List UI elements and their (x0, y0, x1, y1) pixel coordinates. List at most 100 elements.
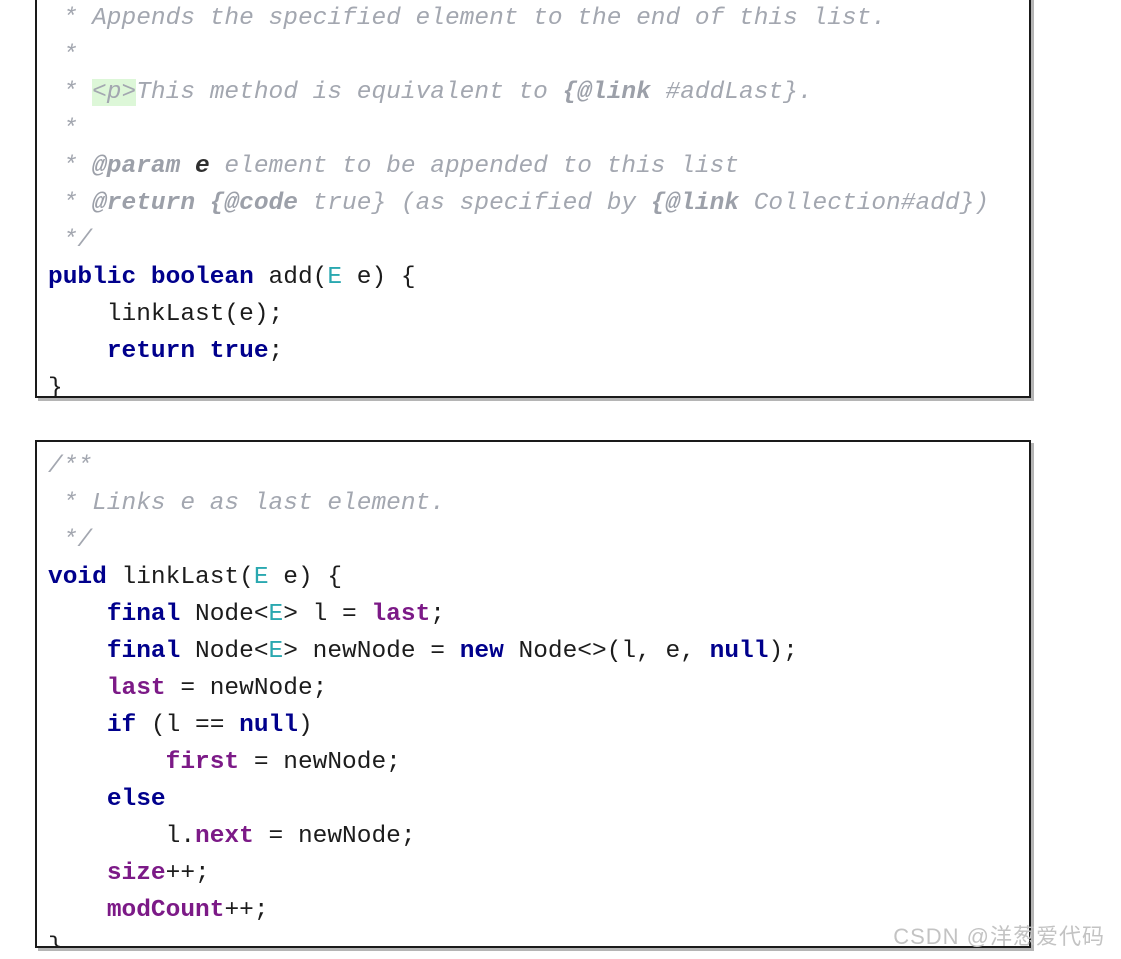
code-token: /** (48, 453, 93, 480)
code-token: {@link (650, 190, 740, 217)
code-token: linkLast( (106, 564, 254, 591)
code-token: <p> (92, 79, 137, 106)
code-token: size (106, 860, 166, 887)
code-line: * @param e element to be appended to thi… (37, 148, 1029, 185)
code-token: new (459, 638, 504, 665)
code-token: * (48, 116, 78, 143)
code-token: last (106, 675, 166, 702)
code-token: = newNode; (253, 823, 416, 850)
code-token: This method is equivalent to (136, 79, 563, 106)
code-lines-add-method: * Appends the specified element to the e… (37, 0, 1029, 398)
code-line: linkLast(e); (37, 296, 1029, 333)
code-line: } (37, 929, 1029, 948)
code-line: else (37, 781, 1029, 818)
code-line: l.next = newNode; (37, 818, 1029, 855)
code-token: @param (92, 153, 181, 180)
code-token: element to be appended to this list (209, 153, 740, 180)
code-line: first = newNode; (37, 744, 1029, 781)
code-line: } (37, 370, 1029, 398)
code-token: {@link (562, 79, 651, 106)
code-token: next (195, 823, 254, 850)
code-token: @return (92, 190, 196, 217)
code-line: * <p>This method is equivalent to {@link… (37, 74, 1029, 111)
code-token: = newNode; (239, 749, 401, 776)
code-line: final Node<E> newNode = new Node<>(l, e,… (37, 633, 1029, 670)
code-line: return true; (37, 333, 1029, 370)
code-token: final (106, 601, 181, 628)
code-line: /** (37, 448, 1029, 485)
code-lines-linklast-method: /** * Links e as last element. */ void li… (37, 442, 1029, 948)
code-token: } (48, 934, 63, 948)
code-token: */ (48, 527, 93, 554)
code-token: #addLast}. (650, 79, 813, 106)
code-line: * (37, 37, 1029, 74)
code-token: ; (268, 338, 284, 365)
code-line: final Node<E> l = last; (37, 596, 1029, 633)
code-token: * Appends the specified element to the e… (48, 5, 887, 32)
code-line: * @return {@code true} (as specified by … (37, 185, 1029, 222)
code-token: else (106, 786, 166, 813)
code-line: */ (37, 522, 1029, 559)
code-token: Node< (180, 638, 269, 665)
code-token: e) { (342, 264, 416, 291)
code-block-add-method: * Appends the specified element to the e… (35, 0, 1031, 398)
code-token: * (48, 190, 93, 217)
code-token: ) (297, 712, 313, 739)
code-token: true} (as specified by (297, 190, 651, 217)
code-token: public boolean (48, 264, 254, 291)
code-token: * Links e as last element. (48, 490, 445, 517)
code-token: = newNode; (165, 675, 328, 702)
code-token: add( (253, 264, 328, 291)
code-token: last (371, 601, 431, 628)
code-token: linkLast(e); (48, 301, 284, 328)
code-token: * (48, 42, 78, 69)
code-token: * (48, 79, 93, 106)
code-token: Node< (180, 601, 269, 628)
csdn-watermark: CSDN @洋葱爱代码 (893, 924, 1105, 949)
code-token: modCount (106, 897, 225, 924)
code-token: * (48, 153, 93, 180)
code-token: } (48, 375, 63, 398)
code-line: modCount++; (37, 892, 1029, 929)
code-token: e) { (268, 564, 343, 591)
code-token: null (709, 638, 769, 665)
code-token: ; (430, 601, 445, 628)
code-token: {@code (209, 190, 298, 217)
code-line: public boolean add(E e) { (37, 259, 1029, 296)
code-token: E (253, 564, 269, 591)
code-line: if (l == null) (37, 707, 1029, 744)
code-line: void linkLast(E e) { (37, 559, 1029, 596)
code-token: ++; (224, 897, 269, 924)
code-token: e (195, 153, 210, 180)
code-token: ++; (165, 860, 210, 887)
code-token: void (48, 564, 107, 591)
code-line: * Links e as last element. (37, 485, 1029, 522)
code-token: l. (48, 823, 196, 850)
code-token: E (268, 638, 284, 665)
code-token: */ (48, 227, 93, 254)
code-token: first (165, 749, 240, 776)
code-token: Collection#add}) (739, 190, 989, 217)
code-token: if (106, 712, 137, 739)
code-token: Node<>(l, e, (503, 638, 710, 665)
code-token: final (106, 638, 181, 665)
code-line: */ (37, 222, 1029, 259)
code-token: null (239, 712, 298, 739)
code-line: last = newNode; (37, 670, 1029, 707)
code-token: > l = (283, 601, 372, 628)
code-token: E (327, 264, 343, 291)
code-token: return true (106, 338, 269, 365)
code-block-linklast-method: /** * Links e as last element. */ void li… (35, 440, 1031, 948)
code-line: * Appends the specified element to the e… (37, 0, 1029, 37)
